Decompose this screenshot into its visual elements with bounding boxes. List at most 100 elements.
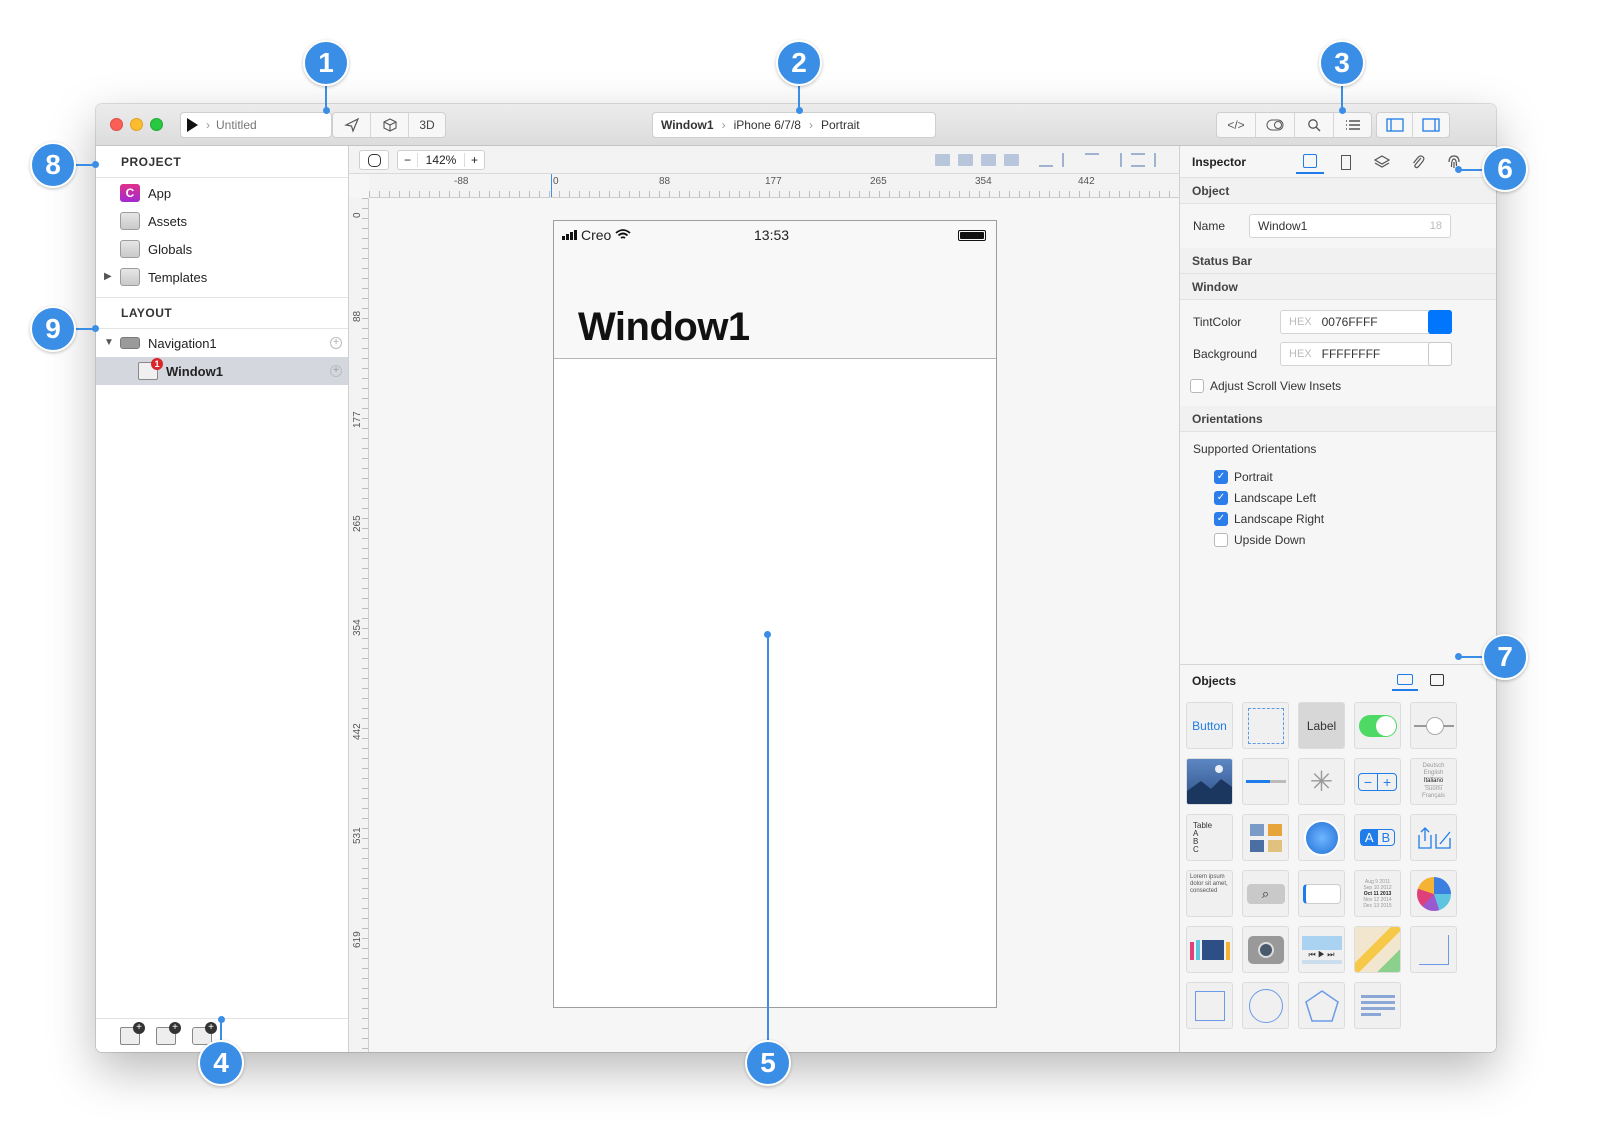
object-picker-view[interactable]: Deutsch English Italiano Suomi Français — [1410, 758, 1457, 805]
orientation-landscape-left[interactable]: ✓ Landscape Left — [1180, 487, 1496, 508]
unchecked-checkbox[interactable] — [1214, 532, 1228, 547]
orientation-landscape-right[interactable]: ✓ Landscape Right — [1180, 508, 1496, 529]
object-view[interactable] — [1242, 702, 1289, 749]
navigation-bar[interactable]: Creo 13:53 Window1 — [554, 221, 996, 359]
tint-color-swatch[interactable] — [1428, 310, 1452, 334]
zoom-out-button[interactable]: − — [398, 153, 418, 167]
align-horizontal-center-icon[interactable] — [1131, 153, 1145, 167]
minimize-window-button[interactable] — [130, 118, 143, 131]
object-activity-indicator[interactable]: ✳ — [1298, 758, 1345, 805]
object-stepper[interactable]: − + — [1354, 758, 1401, 805]
object-switch[interactable] — [1354, 702, 1401, 749]
cube-button[interactable] — [371, 113, 409, 137]
tab-attachments[interactable] — [1404, 150, 1432, 174]
object-progress-view[interactable] — [1242, 758, 1289, 805]
breadcrumb-orientation[interactable]: Portrait — [821, 118, 860, 132]
list-view-button[interactable] — [1334, 113, 1371, 137]
object-camera[interactable] — [1242, 926, 1289, 973]
object-chart[interactable] — [1410, 870, 1457, 917]
project-item-app[interactable]: C App — [96, 179, 348, 207]
bring-to-front-icon[interactable] — [958, 154, 973, 166]
align-bottom-icon[interactable] — [1039, 153, 1053, 167]
background-swatch[interactable] — [1428, 342, 1452, 366]
object-oval[interactable] — [1242, 982, 1289, 1029]
layout-item-navigation1[interactable]: ▼ Navigation1 + — [96, 329, 348, 357]
tab-objects-tools[interactable] — [1424, 669, 1450, 691]
toggle-left-panel-button[interactable] — [1377, 113, 1414, 137]
object-map-view[interactable] — [1354, 926, 1401, 973]
project-item-globals[interactable]: Globals — [96, 235, 348, 263]
bring-forward-icon[interactable] — [935, 154, 950, 166]
large-title[interactable]: Window1 — [578, 305, 750, 350]
tab-objects-ui[interactable] — [1392, 669, 1418, 691]
object-line[interactable] — [1410, 926, 1457, 973]
checkmark-icon[interactable]: ✓ — [1214, 511, 1228, 526]
orientation-portrait[interactable]: ✓ Portrait — [1180, 466, 1496, 487]
object-toolbar[interactable] — [1410, 814, 1457, 861]
run-target-selector[interactable]: › Untitled — [180, 112, 332, 138]
add-navigation-button[interactable]: + — [156, 1021, 181, 1045]
toggle-right-panel-button[interactable] — [1413, 113, 1449, 137]
object-web-view[interactable] — [1298, 814, 1345, 861]
add-window-button[interactable]: + — [120, 1021, 145, 1045]
background-field[interactable]: HEX FFFFFFFF — [1280, 342, 1452, 366]
disclosure-triangle-icon[interactable]: ▼ — [104, 337, 114, 348]
tab-layers[interactable] — [1368, 150, 1396, 174]
align-top-icon[interactable] — [1085, 153, 1099, 167]
adjust-insets-checkbox[interactable] — [1190, 379, 1204, 393]
add-child-icon[interactable]: + — [330, 365, 342, 377]
layout-item-window1[interactable]: 1 Window1 + — [96, 357, 348, 385]
code-view-button[interactable]: </> — [1217, 113, 1256, 137]
add-camera-button[interactable]: + — [192, 1021, 217, 1045]
align-right-icon[interactable] — [1108, 153, 1122, 167]
orientations-section-header[interactable]: Orientations — [1180, 406, 1496, 432]
checkmark-icon[interactable]: ✓ — [1214, 490, 1228, 505]
project-item-templates[interactable]: ▶ Templates — [96, 263, 348, 291]
checkmark-icon[interactable]: ✓ — [1214, 469, 1228, 484]
breadcrumb-window[interactable]: Window1 — [661, 118, 714, 132]
tab-attributes[interactable] — [1296, 150, 1324, 174]
breadcrumb-device[interactable]: iPhone 6/7/8 — [734, 118, 801, 132]
object-form[interactable] — [1354, 982, 1401, 1029]
disclosure-triangle-icon[interactable]: ▶ — [104, 271, 112, 282]
callout-4-dot — [218, 1016, 225, 1023]
object-rectangle[interactable] — [1186, 982, 1233, 1029]
search-button[interactable] — [1295, 113, 1334, 137]
object-text-field[interactable] — [1298, 870, 1345, 917]
zoom-in-button[interactable]: + — [464, 153, 484, 167]
object-collection-view[interactable] — [1242, 814, 1289, 861]
send-backward-icon[interactable] — [981, 154, 996, 166]
align-left-icon[interactable] — [1154, 153, 1168, 167]
object-image-view[interactable] — [1186, 758, 1233, 805]
status-bar-section-header[interactable]: Status Bar — [1180, 248, 1496, 274]
window-section-header[interactable]: Window — [1180, 274, 1496, 300]
object-text-view[interactable]: Lorem ipsum dolor sit amet, consected — [1186, 870, 1233, 917]
add-child-icon[interactable]: + — [330, 337, 342, 349]
toggle-button[interactable] — [1256, 113, 1295, 137]
object-label[interactable]: Label — [1298, 702, 1345, 749]
object-table-view[interactable]: Table A B C — [1186, 814, 1233, 861]
object-button[interactable]: Button — [1186, 702, 1233, 749]
align-vertical-center-icon[interactable] — [1062, 153, 1076, 167]
orientation-upside-down[interactable]: Upside Down — [1180, 529, 1496, 550]
object-section-header[interactable]: Object — [1180, 178, 1496, 204]
play-icon[interactable] — [187, 118, 198, 132]
object-media-player[interactable]: ⏮ ▶ ⏭ — [1298, 926, 1345, 973]
object-segmented-control[interactable]: AB — [1354, 814, 1401, 861]
object-polygon[interactable] — [1298, 982, 1345, 1029]
close-window-button[interactable] — [110, 118, 123, 131]
object-gallery[interactable] — [1186, 926, 1233, 973]
zoom-window-button[interactable] — [150, 118, 163, 131]
send-to-back-icon[interactable] — [1004, 154, 1019, 166]
device-frame[interactable]: Creo 13:53 Window1 — [553, 220, 997, 1008]
object-slider[interactable] — [1410, 702, 1457, 749]
view-3d-button[interactable]: 3D — [409, 113, 445, 137]
tint-color-field[interactable]: HEX 0076FFFF — [1280, 310, 1452, 334]
tab-size[interactable] — [1332, 150, 1360, 174]
send-button[interactable] — [333, 113, 371, 137]
name-field[interactable]: Window1 18 — [1249, 214, 1451, 238]
project-item-assets[interactable]: Assets — [96, 207, 348, 235]
device-shape-button[interactable] — [359, 150, 389, 170]
object-search-bar[interactable]: ⌕ — [1242, 870, 1289, 917]
object-date-picker[interactable]: Aug 9 2011 Sep 10 2012 Oct 11 2013 Nov 1… — [1354, 870, 1401, 917]
